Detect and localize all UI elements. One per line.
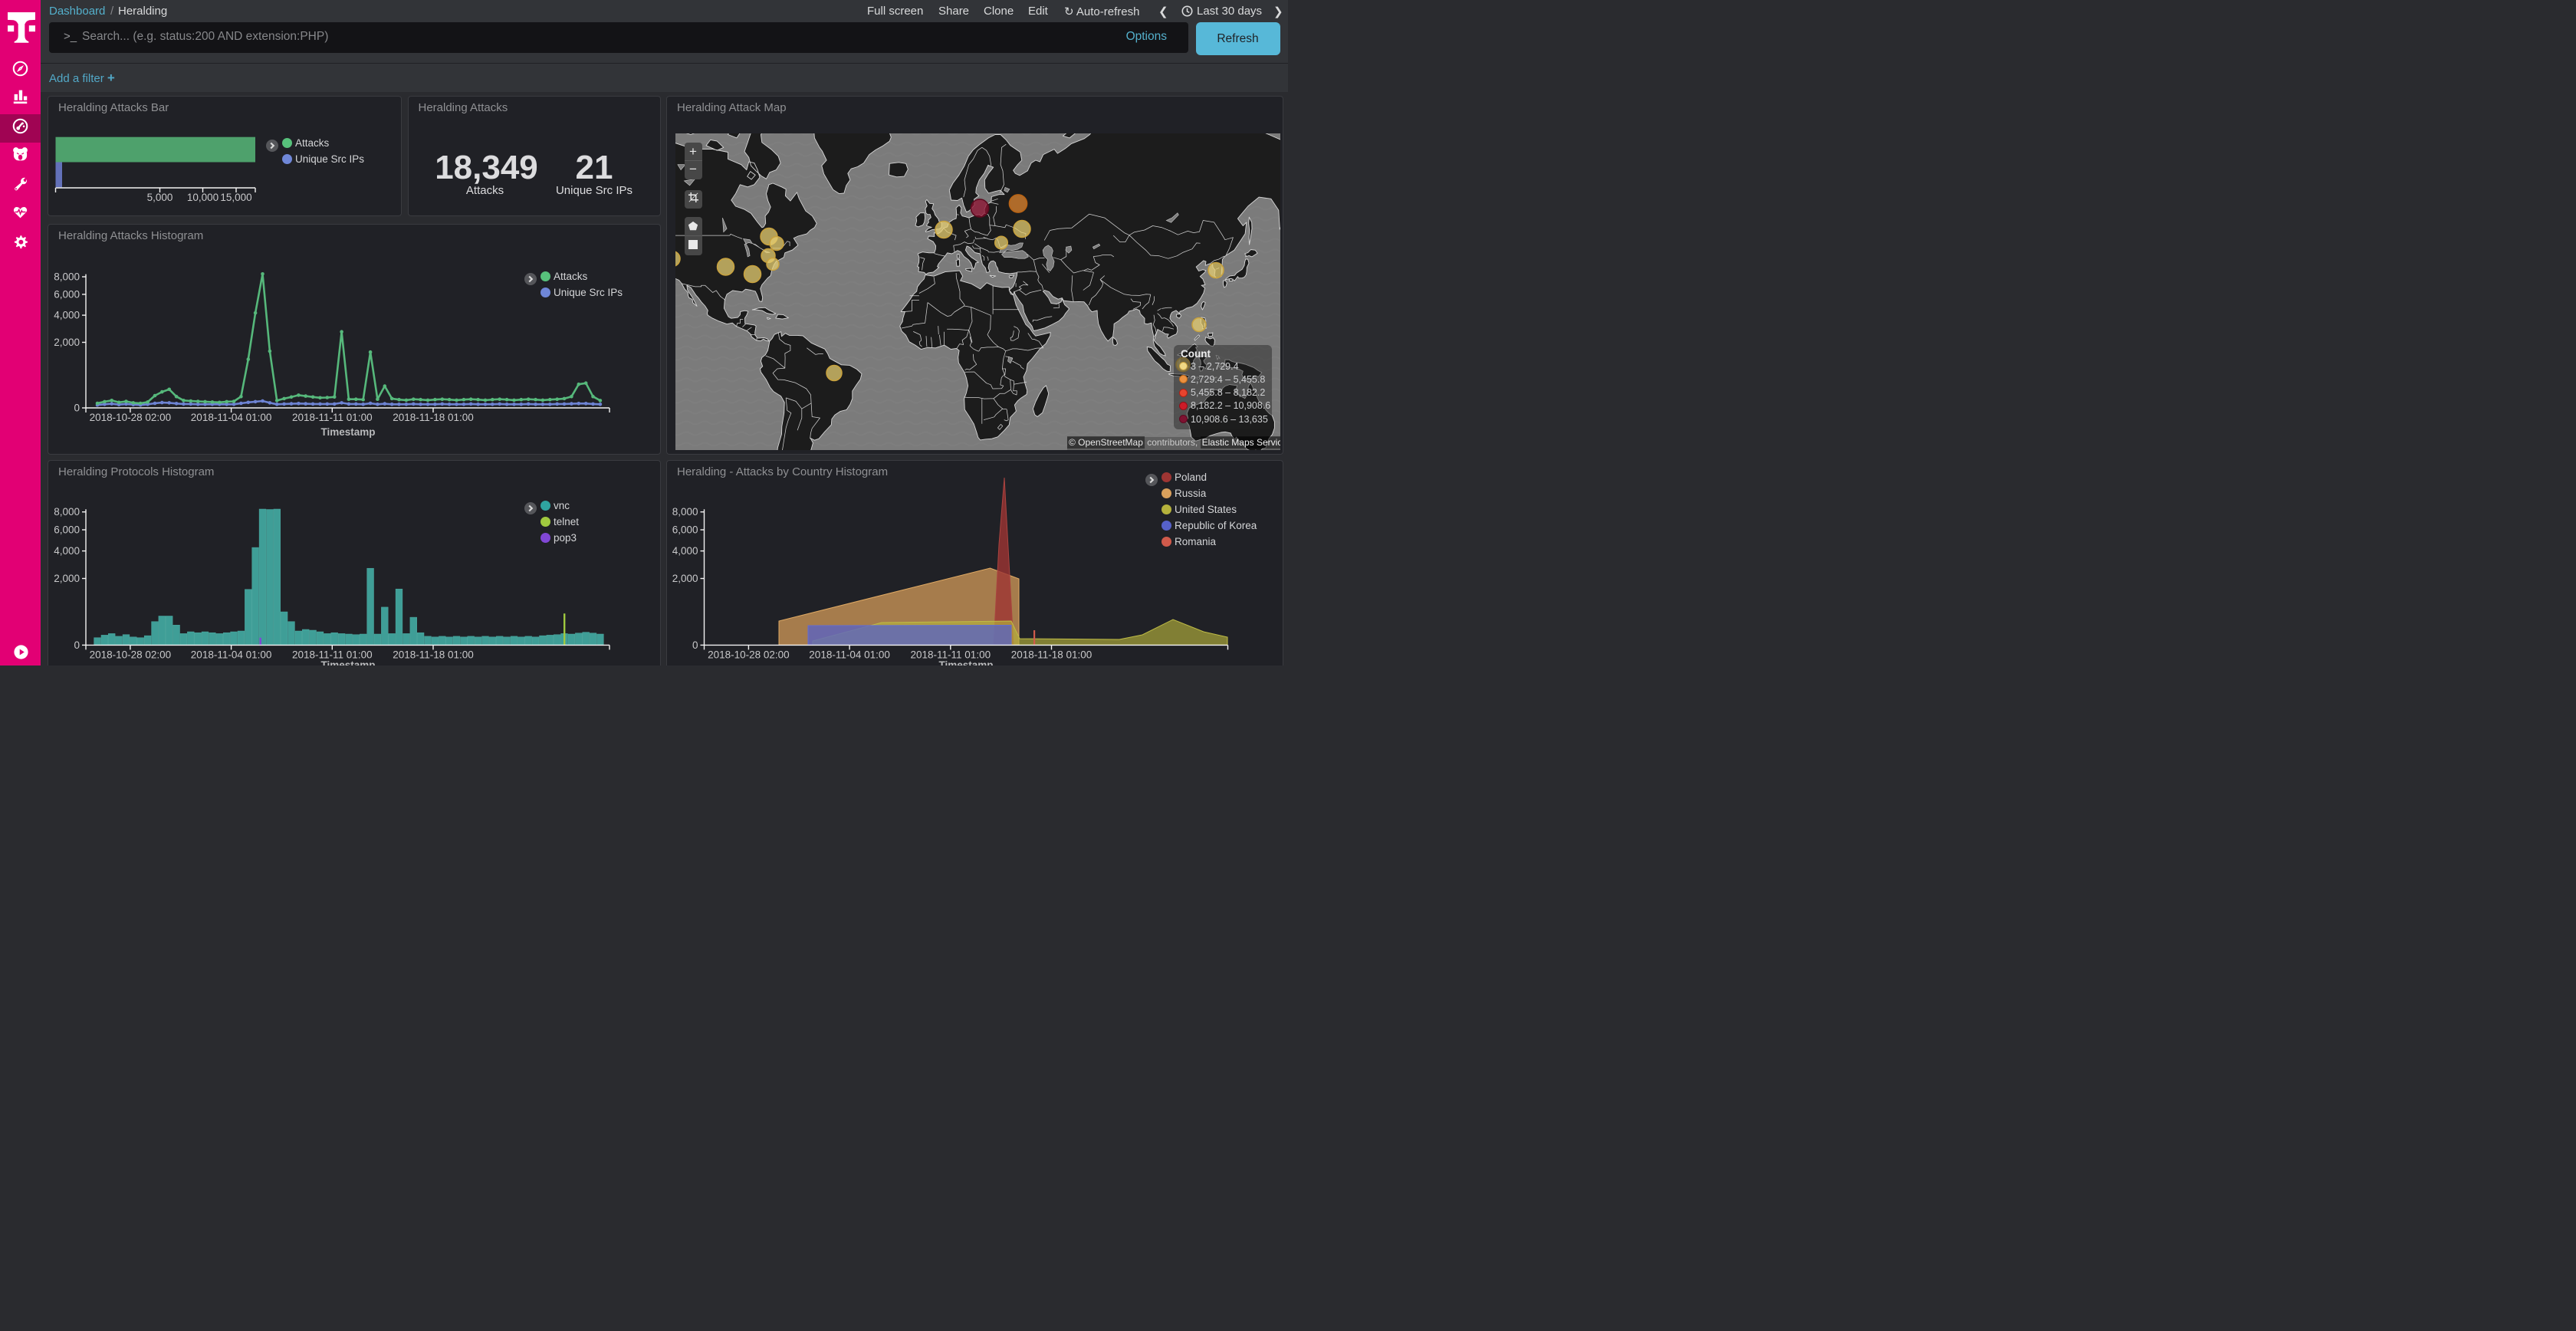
svg-text:2018-10-28 02:00: 2018-10-28 02:00 [90, 412, 172, 423]
svg-text:Timestamp: Timestamp [938, 659, 993, 666]
svg-text:Timestamp: Timestamp [320, 659, 375, 666]
svg-text:0: 0 [74, 639, 80, 651]
svg-text:6,000: 6,000 [54, 288, 80, 300]
svg-text:2018-11-04 01:00: 2018-11-04 01:00 [191, 412, 272, 423]
svg-text:2018-11-18 01:00: 2018-11-18 01:00 [393, 412, 474, 423]
svg-text:4,000: 4,000 [672, 545, 698, 557]
svg-text:0: 0 [692, 639, 698, 651]
svg-text:2018-11-18 01:00: 2018-11-18 01:00 [1011, 649, 1092, 660]
svg-text:0: 0 [74, 403, 80, 414]
svg-text:2018-11-11 01:00: 2018-11-11 01:00 [292, 412, 373, 423]
svg-text:2,000: 2,000 [672, 573, 698, 584]
svg-text:2018-11-04 01:00: 2018-11-04 01:00 [191, 649, 272, 660]
svg-text:2018-10-28 02:00: 2018-10-28 02:00 [90, 649, 172, 660]
svg-text:2018-10-28 02:00: 2018-10-28 02:00 [708, 649, 790, 660]
svg-text:Timestamp: Timestamp [320, 426, 375, 438]
svg-text:8,000: 8,000 [54, 506, 80, 518]
svg-text:6,000: 6,000 [54, 524, 80, 536]
svg-text:8,000: 8,000 [672, 506, 698, 518]
svg-text:6,000: 6,000 [672, 524, 698, 536]
svg-text:2018-11-04 01:00: 2018-11-04 01:00 [809, 649, 890, 660]
svg-text:4,000: 4,000 [54, 545, 80, 557]
svg-text:2,000: 2,000 [54, 337, 80, 348]
svg-text:8,000: 8,000 [54, 271, 80, 283]
svg-text:15,000: 15,000 [220, 192, 251, 203]
svg-text:2018-11-18 01:00: 2018-11-18 01:00 [393, 649, 474, 660]
svg-text:10,000: 10,000 [187, 192, 219, 203]
svg-text:2,000: 2,000 [54, 573, 80, 584]
svg-text:4,000: 4,000 [54, 310, 80, 321]
svg-text:5,000: 5,000 [147, 192, 173, 203]
